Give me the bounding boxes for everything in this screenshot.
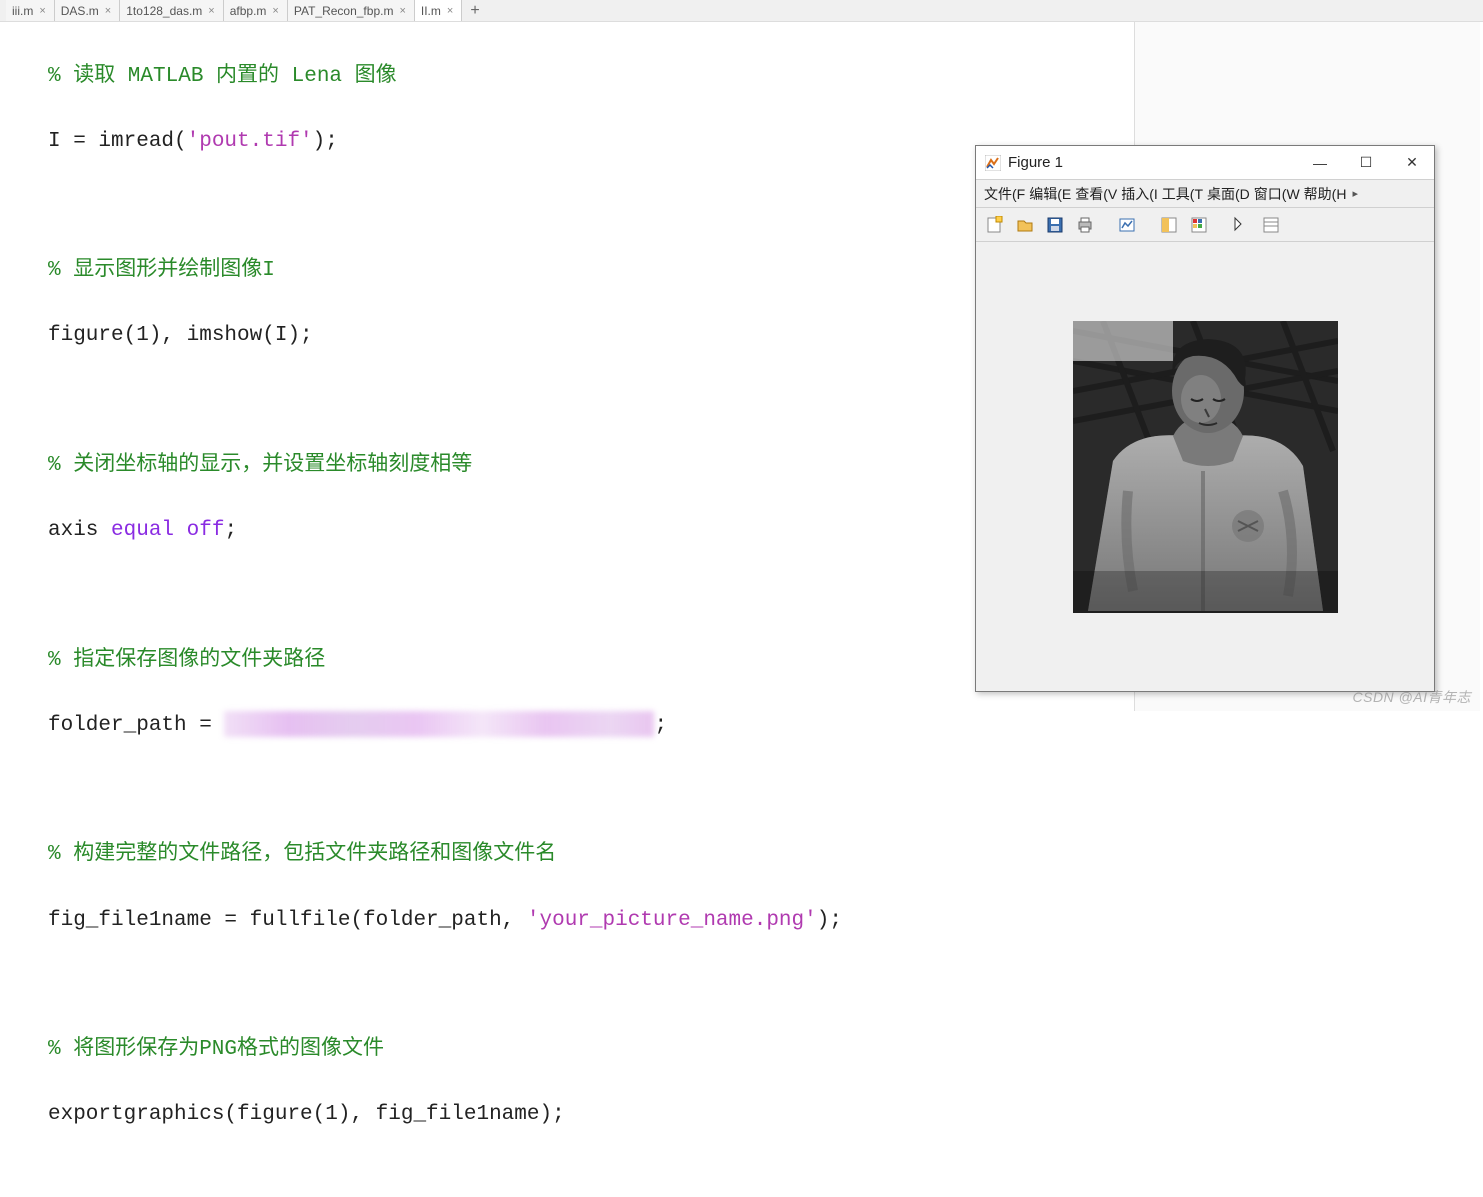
edit-plot-icon[interactable] <box>1228 212 1254 238</box>
window-controls: — ☐ ✕ <box>1306 149 1426 177</box>
tab-file-5[interactable]: II.m × <box>415 0 462 21</box>
tab-file-3[interactable]: afbp.m × <box>224 0 288 21</box>
new-figure-icon[interactable] <box>982 212 1008 238</box>
tab-file-4[interactable]: PAT_Recon_fbp.m × <box>288 0 415 21</box>
tab-close-icon[interactable]: × <box>270 5 280 17</box>
watermark-text: CSDN @AI青年志 <box>1353 687 1472 707</box>
code-text: axis <box>48 519 111 542</box>
code-text: ; <box>654 714 667 737</box>
property-inspector-icon[interactable] <box>1258 212 1284 238</box>
tab-file-0[interactable]: iii.m × <box>6 0 55 21</box>
figure-menubar: 文件(F 编辑(E 查看(V 插入(I 工具(T 桌面(D 窗口(W 帮助(H … <box>976 180 1434 208</box>
code-text: figure(1), imshow(I); <box>48 324 313 347</box>
menu-insert[interactable]: 插入(I <box>1119 182 1160 206</box>
menu-help[interactable]: 帮助(H <box>1302 182 1349 206</box>
code-editor[interactable]: % 读取 MATLAB 内置的 Lena 图像 I = imread('pout… <box>0 22 1135 711</box>
tab-label: DAS.m <box>61 4 99 18</box>
figure-window[interactable]: Figure 1 — ☐ ✕ 文件(F 编辑(E 查看(V 插入(I 工具(T … <box>975 145 1435 692</box>
tab-label: II.m <box>421 4 441 18</box>
figure-titlebar[interactable]: Figure 1 — ☐ ✕ <box>976 146 1434 180</box>
tab-label: afbp.m <box>230 4 267 18</box>
figure-title: Figure 1 <box>1008 154 1300 171</box>
code-comment: % 构建完整的文件路径，包括文件夹路径和图像文件名 <box>48 843 556 866</box>
minimize-button[interactable]: — <box>1306 149 1334 177</box>
tab-label: iii.m <box>12 4 33 18</box>
code-comment: % 读取 MATLAB 内置的 Lena 图像 <box>48 65 397 88</box>
menu-tools[interactable]: 工具(T <box>1160 182 1205 206</box>
tab-add-button[interactable]: + <box>462 2 487 20</box>
editor-tab-bar: iii.m × DAS.m × 1to128_das.m × afbp.m × … <box>0 0 1483 22</box>
code-string: 'pout.tif' <box>187 130 313 153</box>
menu-window[interactable]: 窗口(W <box>1252 182 1302 206</box>
menu-view[interactable]: 查看(V <box>1073 182 1119 206</box>
code-text: exportgraphics(figure(1), fig_file1name)… <box>48 1103 565 1126</box>
code-text: ); <box>313 130 338 153</box>
data-cursor-icon[interactable] <box>1156 212 1182 238</box>
tab-close-icon[interactable]: × <box>445 5 455 17</box>
tab-close-icon[interactable]: × <box>206 5 216 17</box>
figure-canvas[interactable] <box>976 242 1434 691</box>
tab-close-icon[interactable]: × <box>397 5 407 17</box>
insert-colorbar-icon[interactable] <box>1186 212 1212 238</box>
matlab-figure-icon <box>984 154 1002 172</box>
displayed-image <box>1073 321 1338 613</box>
code-text: folder_path = <box>48 714 224 737</box>
tab-label: PAT_Recon_fbp.m <box>294 4 394 18</box>
menu-edit[interactable]: 编辑(E <box>1027 182 1073 206</box>
code-text: ); <box>817 909 842 932</box>
save-icon[interactable] <box>1042 212 1068 238</box>
open-icon[interactable] <box>1012 212 1038 238</box>
tab-file-2[interactable]: 1to128_das.m × <box>120 0 224 21</box>
code-comment: % 显示图形并绘制图像I <box>48 259 275 282</box>
code-text: ; <box>224 519 237 542</box>
maximize-button[interactable]: ☐ <box>1352 149 1380 177</box>
code-comment: % 指定保存图像的文件夹路径 <box>48 649 325 672</box>
close-button[interactable]: ✕ <box>1398 149 1426 177</box>
tab-close-icon[interactable]: × <box>37 5 47 17</box>
menu-file[interactable]: 文件(F <box>982 182 1027 206</box>
tab-label: 1to128_das.m <box>126 4 202 18</box>
redacted-path <box>224 711 654 737</box>
tab-file-1[interactable]: DAS.m × <box>55 0 120 21</box>
menu-desktop[interactable]: 桌面(D <box>1205 182 1252 206</box>
code-text: I = imread( <box>48 130 187 153</box>
figure-toolbar <box>976 208 1434 242</box>
link-plot-icon[interactable] <box>1114 212 1140 238</box>
code-text: fig_file1name = fullfile(folder_path, <box>48 909 527 932</box>
tab-close-icon[interactable]: × <box>103 5 113 17</box>
code-comment: % 关闭坐标轴的显示，并设置坐标轴刻度相等 <box>48 454 472 477</box>
code-keyword: equal off <box>111 519 224 542</box>
code-string: 'your_picture_name.png' <box>527 909 817 932</box>
print-icon[interactable] <box>1072 212 1098 238</box>
menu-overflow-icon[interactable]: ▸ <box>1348 187 1362 200</box>
code-comment: % 将图形保存为PNG格式的图像文件 <box>48 1038 384 1061</box>
